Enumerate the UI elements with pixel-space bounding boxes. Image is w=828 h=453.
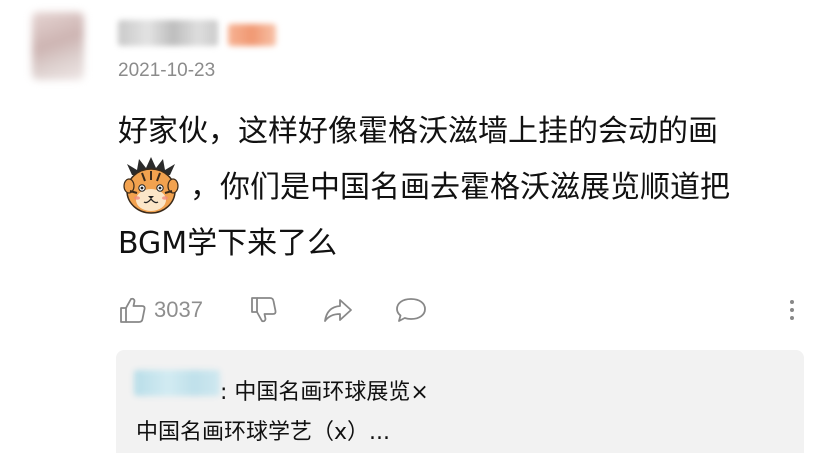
- dislike-button[interactable]: [249, 290, 279, 330]
- reply-preview-box[interactable]: : 中国名画环球展览× 中国名画环球学艺（x）...: [116, 350, 804, 453]
- share-icon: [324, 299, 352, 322]
- reply-username-blurred[interactable]: [134, 370, 220, 396]
- comment-content: 好家伙，这样好像霍格沃滋墙上挂的会动的画 ，你们是中国名画去霍格沃滋展览顺道把 …: [118, 104, 798, 272]
- user-badge-blurred: [228, 24, 276, 46]
- comment-text-line-3: BGM学下来了么: [118, 226, 338, 261]
- comment-actions-bar: 3037: [118, 290, 808, 330]
- more-options-button[interactable]: [782, 290, 802, 330]
- comment-line-3: BGM学下来了么: [118, 216, 798, 272]
- more-vertical-icon: [790, 300, 794, 320]
- username-blurred[interactable]: [118, 20, 218, 46]
- comment-line-1: 好家伙，这样好像霍格沃滋墙上挂的会动的画: [118, 104, 798, 160]
- thumbs-up-icon: [120, 297, 146, 323]
- user-avatar[interactable]: [32, 12, 84, 80]
- comment-text-line-2: ，你们是中国名画去霍格沃滋展览顺道把: [190, 170, 730, 205]
- comment-text-line-1: 好家伙，这样好像霍格沃滋墙上挂的会动的画: [118, 114, 718, 149]
- comment-button[interactable]: [394, 290, 428, 330]
- like-count: 3037: [154, 297, 203, 322]
- tiger-face-sticker-icon: [123, 157, 179, 214]
- reply-text-line-1: : 中国名画环球展览×: [220, 380, 429, 405]
- comment-date: 2021-10-23: [118, 60, 216, 81]
- thumbs-down-icon: [251, 297, 277, 323]
- comment-icon: [396, 298, 426, 322]
- comment-line-2: ，你们是中国名画去霍格沃滋展览顺道把: [118, 157, 798, 216]
- reply-text-line-2: 中国名画环球学艺（x）...: [136, 420, 390, 445]
- like-button[interactable]: 3037: [118, 290, 203, 330]
- share-button[interactable]: [322, 290, 354, 330]
